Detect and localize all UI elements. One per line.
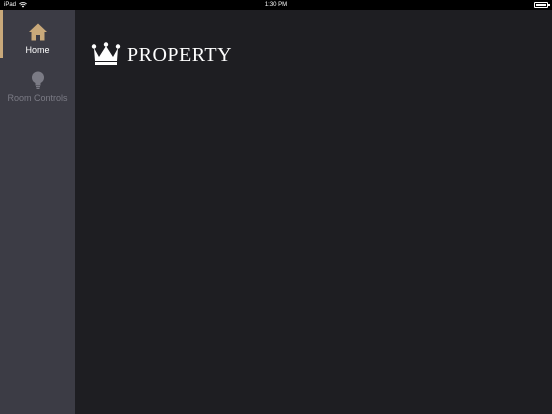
- sidebar-item-room-controls[interactable]: Room Controls: [0, 58, 75, 106]
- brand-name: PROPERTY: [127, 44, 233, 66]
- status-right: [534, 2, 550, 8]
- home-icon: [28, 23, 47, 41]
- main-content: PROPERTY: [75, 10, 552, 414]
- lightbulb-icon: [31, 71, 44, 89]
- battery-icon: [534, 2, 550, 8]
- status-bar: iPad 1:30 PM: [0, 0, 552, 10]
- status-time: 1:30 PM: [264, 2, 288, 8]
- screen: iPad 1:30 PM Home Room Controls PROPERTY: [0, 0, 552, 414]
- sidebar-item-label: Home: [25, 45, 50, 55]
- sidebar-item-label: Room Controls: [7, 93, 68, 103]
- sidebar: Home Room Controls: [0, 10, 75, 414]
- brand-header: PROPERTY: [91, 40, 232, 67]
- sidebar-item-home[interactable]: Home: [0, 10, 75, 58]
- crown-icon: [91, 41, 121, 65]
